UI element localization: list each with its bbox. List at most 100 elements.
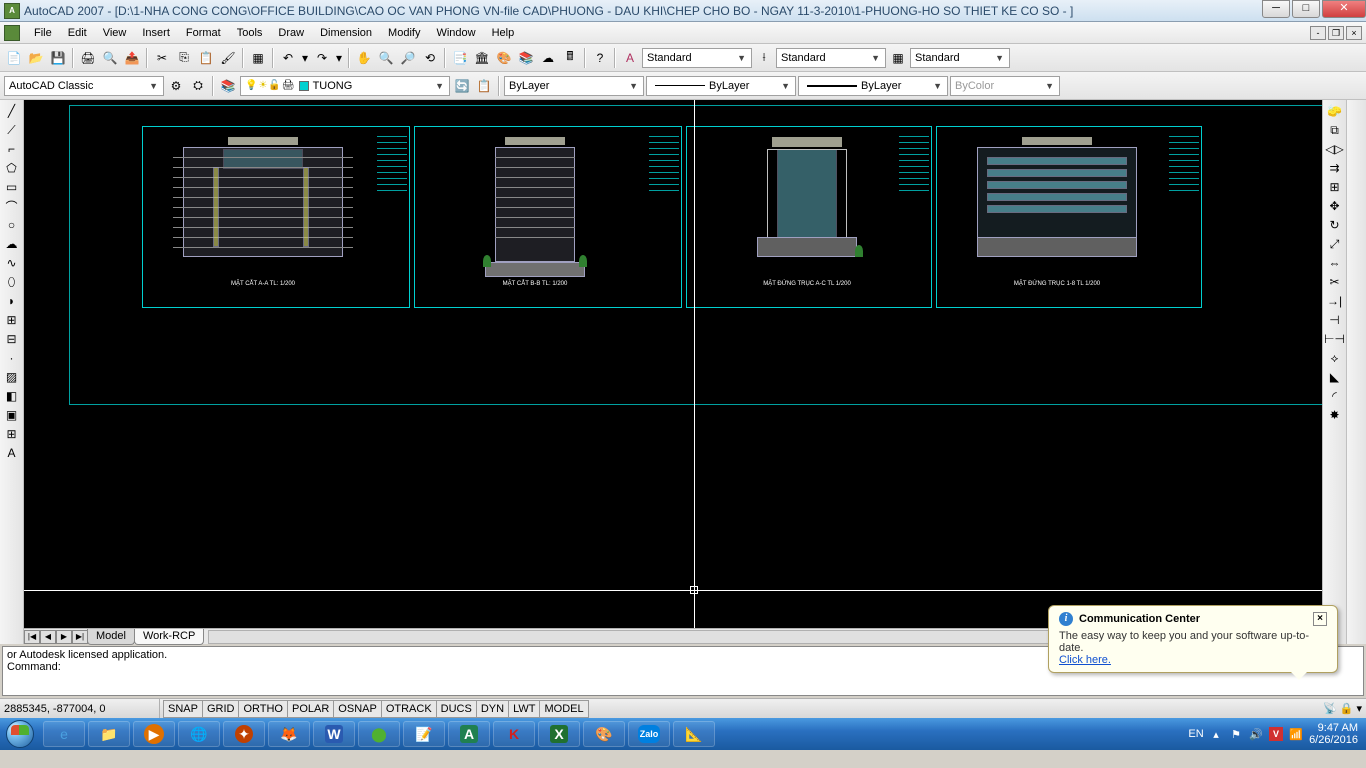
tab-prev-icon[interactable]: ◀ — [40, 630, 56, 644]
maximize-button[interactable]: □ — [1292, 0, 1320, 18]
tab-first-icon[interactable]: |◀ — [24, 630, 40, 644]
zoom-realtime-icon[interactable]: 🔍 — [376, 48, 396, 68]
tray-clock[interactable]: 9:47 AM 6/26/2016 — [1309, 722, 1358, 746]
tray-unikey-icon[interactable]: V — [1269, 727, 1283, 741]
break-at-point-icon[interactable]: ⊣ — [1325, 311, 1345, 329]
fillet-icon[interactable]: ◜ — [1325, 387, 1345, 405]
layer-properties-icon[interactable]: 📚 — [218, 76, 238, 96]
polygon-icon[interactable]: ⬠ — [2, 159, 22, 177]
mdi-minimize[interactable]: - — [1310, 26, 1326, 40]
sheet-set-icon[interactable]: 📚 — [516, 48, 536, 68]
status-ducs[interactable]: DUCS — [436, 700, 477, 718]
comm-center-icon[interactable]: 📡 — [1323, 702, 1337, 715]
tray-network-icon[interactable]: 📶 — [1289, 727, 1303, 741]
circle-icon[interactable]: ○ — [2, 216, 22, 234]
make-block-icon[interactable]: ⊟ — [2, 330, 22, 348]
layer-states-icon[interactable]: 📋 — [474, 76, 494, 96]
taskbar-firefox[interactable]: 🦊 — [268, 721, 310, 747]
taskbar-paint[interactable]: 🎨 — [583, 721, 625, 747]
region-icon[interactable]: ▣ — [2, 406, 22, 424]
construction-line-icon[interactable]: ⟋ — [2, 121, 22, 139]
table-icon[interactable]: ⊞ — [2, 425, 22, 443]
point-icon[interactable]: · — [2, 349, 22, 367]
taskbar-ie[interactable]: e — [43, 721, 85, 747]
lineweight-select[interactable]: ByLayer▼ — [798, 76, 948, 96]
spline-icon[interactable]: ∿ — [2, 254, 22, 272]
array-icon[interactable]: ⊞ — [1325, 178, 1345, 196]
taskbar-explorer[interactable]: 📁 — [88, 721, 130, 747]
layer-select[interactable]: 💡 ☀ 🔓 🖨 TUONG ▼ — [240, 76, 450, 96]
status-lwt[interactable]: LWT — [508, 700, 540, 718]
tray-arrow-icon[interactable]: ▴ — [1209, 727, 1223, 741]
block-editor-icon[interactable]: ▦ — [248, 48, 268, 68]
properties-icon[interactable]: 📑 — [450, 48, 470, 68]
dim-style-icon[interactable]: ⟊ — [754, 48, 774, 68]
plot-preview-icon[interactable]: 🔍 — [100, 48, 120, 68]
markup-icon[interactable]: ☁ — [538, 48, 558, 68]
comm-close-button[interactable]: × — [1313, 612, 1327, 626]
status-snap[interactable]: SNAP — [163, 700, 203, 718]
minimize-button[interactable]: ─ — [1262, 0, 1290, 18]
start-button[interactable] — [0, 718, 40, 750]
tab-model[interactable]: Model — [87, 629, 135, 645]
text-style-icon[interactable]: A — [620, 48, 640, 68]
rectangle-icon[interactable]: ▭ — [2, 178, 22, 196]
polyline-icon[interactable]: ⌐ — [2, 140, 22, 158]
zoom-previous-icon[interactable]: ⟲ — [420, 48, 440, 68]
mirror-icon[interactable]: ◁▷ — [1325, 140, 1345, 158]
taskbar-kaspersky[interactable]: K — [493, 721, 535, 747]
menu-tools[interactable]: Tools — [229, 25, 271, 41]
plot-icon[interactable]: 🖨 — [78, 48, 98, 68]
taskbar-app2[interactable]: 📝 — [403, 721, 445, 747]
status-coords[interactable]: 2885345, -877004, 0 — [0, 699, 160, 718]
taskbar-autocad[interactable]: 📐 — [673, 721, 715, 747]
status-model[interactable]: MODEL — [539, 700, 588, 718]
extend-icon[interactable]: →| — [1325, 292, 1345, 310]
erase-icon[interactable]: 🧽 — [1325, 102, 1345, 120]
tray-flag-icon[interactable]: ⚑ — [1229, 727, 1243, 741]
menu-format[interactable]: Format — [178, 25, 229, 41]
ellipse-arc-icon[interactable]: ◗ — [2, 292, 22, 310]
tab-layout1[interactable]: Work-RCP — [134, 629, 204, 645]
move-icon[interactable]: ✥ — [1325, 197, 1345, 215]
line-icon[interactable]: ╱ — [2, 102, 22, 120]
taskbar-coccoc[interactable]: ⬤ — [358, 721, 400, 747]
close-button[interactable]: ✕ — [1322, 0, 1366, 18]
open-icon[interactable]: 📂 — [26, 48, 46, 68]
arc-icon[interactable]: ⌒ — [2, 197, 22, 215]
join-icon[interactable]: ⟡ — [1325, 349, 1345, 367]
menu-help[interactable]: Help — [484, 25, 523, 41]
pan-icon[interactable]: ✋ — [354, 48, 374, 68]
design-center-icon[interactable]: 🏛 — [472, 48, 492, 68]
scale-icon[interactable]: ⤢ — [1325, 235, 1345, 253]
break-icon[interactable]: ⊢⊣ — [1325, 330, 1345, 348]
hatch-icon[interactable]: ▨ — [2, 368, 22, 386]
quickcalc-icon[interactable]: 🖩 — [560, 48, 580, 68]
taskbar-chrome[interactable]: 🌐 — [178, 721, 220, 747]
workspace-settings-icon[interactable]: ⚙ — [166, 76, 186, 96]
copy-object-icon[interactable]: ⧉ — [1325, 121, 1345, 139]
table-style-icon[interactable]: ▦ — [888, 48, 908, 68]
qnew-icon[interactable]: 📄 — [4, 48, 24, 68]
tab-last-icon[interactable]: ▶| — [72, 630, 88, 644]
menu-file[interactable]: File — [26, 25, 60, 41]
color-select[interactable]: ByLayer▼ — [504, 76, 644, 96]
tool-palettes-icon[interactable]: 🎨 — [494, 48, 514, 68]
match-properties-icon[interactable]: 🖌 — [218, 48, 238, 68]
mtext-icon[interactable]: A — [2, 444, 22, 462]
paste-icon[interactable]: 📋 — [196, 48, 216, 68]
menu-draw[interactable]: Draw — [270, 25, 312, 41]
taskbar-mediaplayer[interactable]: ▶ — [133, 721, 175, 747]
stretch-icon[interactable]: ⇔ — [1325, 254, 1345, 272]
insert-block-icon[interactable]: ⊞ — [2, 311, 22, 329]
explode-icon[interactable]: ✸ — [1325, 406, 1345, 424]
menu-modify[interactable]: Modify — [380, 25, 428, 41]
revision-cloud-icon[interactable]: ☁ — [2, 235, 22, 253]
save-icon[interactable]: 💾 — [48, 48, 68, 68]
layer-previous-icon[interactable]: 🔄 — [452, 76, 472, 96]
linetype-select[interactable]: ByLayer▼ — [646, 76, 796, 96]
rotate-icon[interactable]: ↻ — [1325, 216, 1345, 234]
status-grid[interactable]: GRID — [202, 700, 240, 718]
tray-lang[interactable]: EN — [1189, 727, 1203, 741]
publish-icon[interactable]: 📤 — [122, 48, 142, 68]
